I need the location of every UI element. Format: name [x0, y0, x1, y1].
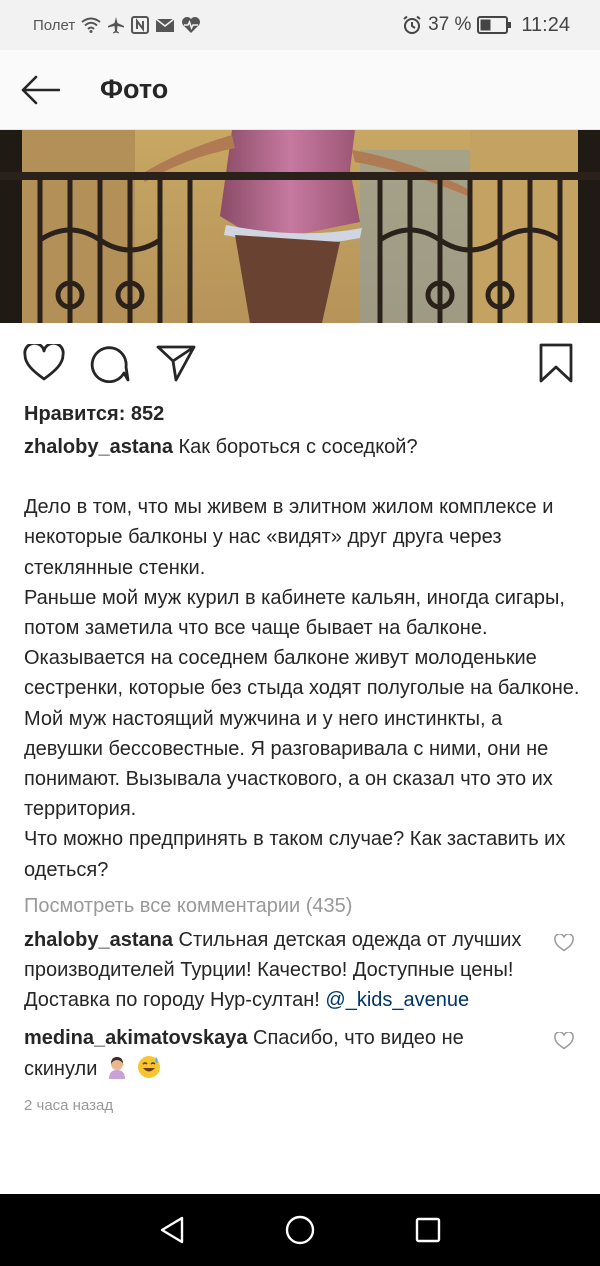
caption-paragraph-1: Дело в том, что мы живем в элитном жилом… — [24, 496, 554, 579]
view-all-comments-link[interactable]: Посмотреть все комментарии (435) — [24, 891, 580, 921]
status-right: 37 % 11:24 — [402, 14, 570, 37]
post-actions — [0, 323, 600, 403]
save-button[interactable] — [534, 341, 578, 385]
heart-outline-icon — [554, 1031, 574, 1050]
caption-paragraph-3: Что можно предпринять в таком случае? Ка… — [24, 828, 566, 881]
facepalm-emoji-icon — [105, 1055, 129, 1079]
comment-mention-link[interactable]: @_kids_avenue — [325, 989, 469, 1011]
comment-button[interactable] — [88, 341, 132, 385]
comment-username[interactable]: zhaloby_astana — [24, 929, 173, 951]
status-bar: Полет 37 % 11:24 — [0, 0, 600, 50]
square-recents-icon — [415, 1217, 441, 1243]
post-caption: zhaloby_astana Как бороться с соседкой? … — [24, 432, 580, 885]
back-button[interactable] — [0, 50, 80, 130]
share-button[interactable] — [154, 341, 198, 385]
airplane-icon — [107, 16, 125, 34]
bookmark-icon — [539, 343, 573, 383]
comment-username[interactable]: medina_akimatovskaya — [24, 1027, 247, 1049]
mail-icon — [155, 17, 175, 33]
system-nav-bar — [0, 1194, 600, 1266]
battery-percent: 37 % — [428, 14, 472, 35]
comment-item: zhaloby_astana Стильная детская одежда о… — [24, 925, 580, 1016]
send-icon — [156, 345, 196, 382]
arrow-left-icon — [21, 75, 60, 104]
nav-home-button[interactable] — [282, 1212, 318, 1248]
comment-like-button[interactable] — [554, 931, 574, 952]
post-timestamp: 2 часа назад — [24, 1096, 114, 1114]
comment-icon — [90, 346, 130, 383]
caption-gap — [24, 462, 580, 492]
carrier-label: Полет — [33, 16, 76, 34]
comment-item: medina_akimatovskaya Спасибо, что видео … — [24, 1023, 580, 1083]
comment-like-button[interactable] — [554, 1029, 574, 1050]
wifi-icon — [81, 17, 101, 33]
nfc-icon — [131, 16, 150, 34]
app-header: Фото — [0, 50, 600, 130]
caption-username[interactable]: zhaloby_astana — [24, 436, 173, 458]
nav-recents-button[interactable] — [410, 1212, 446, 1248]
battery-icon — [477, 16, 512, 34]
caption-title: Как бороться с соседкой? — [178, 436, 418, 458]
page-title: Фото — [100, 74, 169, 104]
post-content: Нравится: 852 zhaloby_astana Как боротьс… — [24, 398, 580, 1116]
post-photo[interactable] — [0, 130, 600, 323]
clock-time: 11:24 — [521, 13, 570, 36]
heart-outline-icon — [554, 932, 574, 952]
alarm-icon — [402, 15, 422, 35]
likes-count[interactable]: Нравится: 852 — [24, 398, 580, 430]
heart-pulse-icon — [181, 16, 201, 34]
triangle-back-icon — [160, 1216, 184, 1244]
status-left: Полет — [33, 16, 201, 34]
heart-icon — [23, 344, 65, 381]
nav-back-button[interactable] — [154, 1212, 190, 1248]
sweat-smile-emoji-icon — [137, 1055, 161, 1079]
like-button[interactable] — [22, 341, 66, 385]
caption-paragraph-2: Раньше мой муж курил в кабинете кальян, … — [24, 586, 580, 821]
circle-home-icon — [285, 1215, 315, 1245]
